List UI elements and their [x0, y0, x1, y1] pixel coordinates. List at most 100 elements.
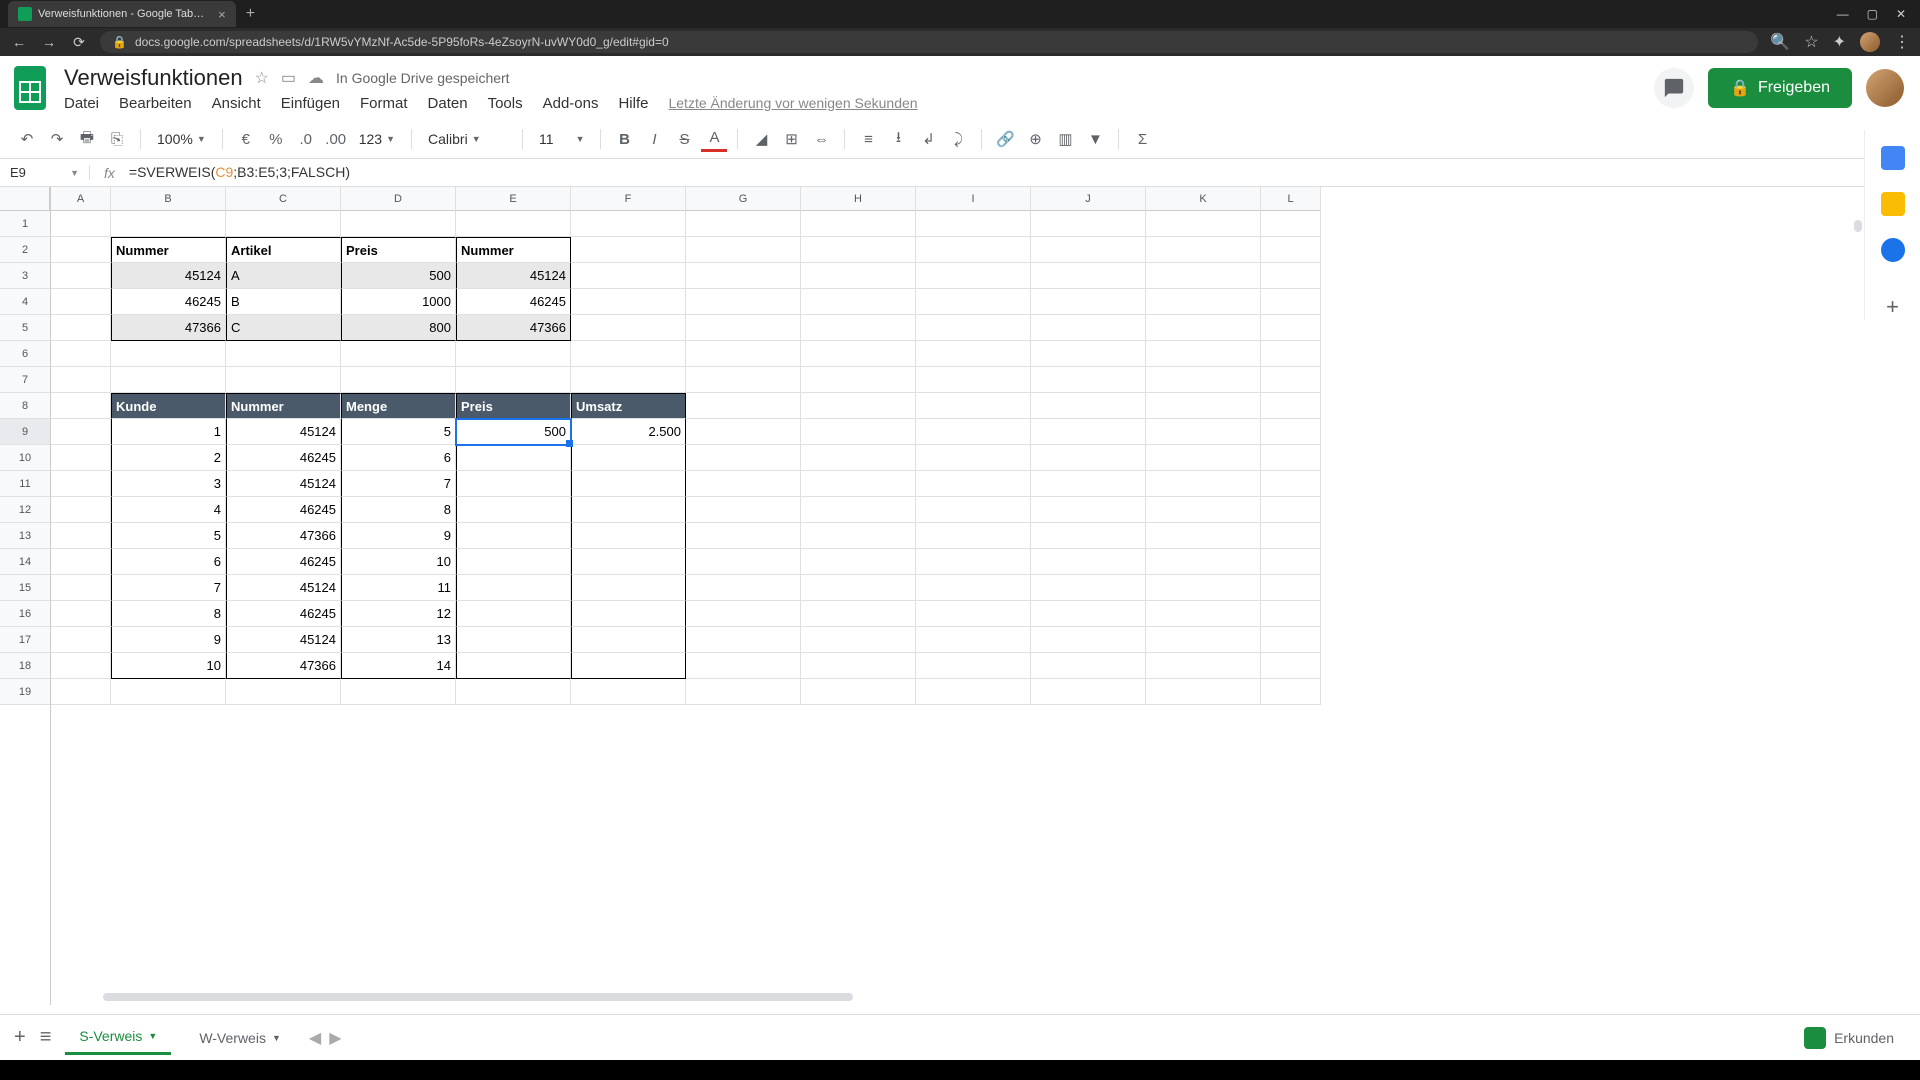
cell[interactable]	[571, 549, 686, 575]
column-header[interactable]: D	[341, 187, 456, 211]
browser-tab[interactable]: Verweisfunktionen - Google Tab… ×	[8, 1, 236, 27]
cell[interactable]	[226, 367, 341, 393]
cell[interactable]	[1031, 367, 1146, 393]
cell[interactable]: Nummer	[111, 237, 226, 263]
cell[interactable]	[226, 341, 341, 367]
cell[interactable]: 45124	[111, 263, 226, 289]
cell[interactable]: 2.500	[571, 419, 686, 445]
row-header[interactable]: 19	[0, 679, 50, 705]
cell[interactable]	[1146, 211, 1261, 237]
cell[interactable]	[801, 393, 916, 419]
cell[interactable]: 5	[341, 419, 456, 445]
cell[interactable]	[456, 523, 571, 549]
row-header[interactable]: 3	[0, 263, 50, 289]
cell[interactable]	[686, 679, 801, 705]
font-size-select[interactable]: 11▼	[533, 131, 590, 147]
cell[interactable]	[801, 471, 916, 497]
cell[interactable]	[686, 575, 801, 601]
cell[interactable]	[1261, 679, 1321, 705]
bold-icon[interactable]: B	[611, 126, 637, 152]
column-header[interactable]: K	[1146, 187, 1261, 211]
cell[interactable]	[51, 419, 111, 445]
cell[interactable]	[801, 549, 916, 575]
text-color-icon[interactable]: A	[701, 126, 727, 152]
row-header[interactable]: 14	[0, 549, 50, 575]
cell[interactable]	[571, 289, 686, 315]
column-header[interactable]: A	[51, 187, 111, 211]
cell[interactable]	[1031, 679, 1146, 705]
cell[interactable]	[1031, 237, 1146, 263]
cell[interactable]	[916, 367, 1031, 393]
cell[interactable]	[1146, 627, 1261, 653]
cell[interactable]	[916, 575, 1031, 601]
column-header[interactable]: H	[801, 187, 916, 211]
v-align-icon[interactable]: ⭳	[885, 126, 911, 152]
strikethrough-icon[interactable]: S	[671, 126, 697, 152]
cell[interactable]	[1031, 393, 1146, 419]
extensions-icon[interactable]: ✦	[1833, 32, 1846, 52]
spreadsheet-grid[interactable]: 12345678910111213141516171819 ABCDEFGHIJ…	[0, 187, 1920, 1005]
cell[interactable]	[916, 497, 1031, 523]
cell[interactable]: 46245	[456, 289, 571, 315]
row-header[interactable]: 17	[0, 627, 50, 653]
cell[interactable]	[571, 679, 686, 705]
cell[interactable]	[51, 601, 111, 627]
cell[interactable]	[571, 237, 686, 263]
url-input[interactable]: 🔒 docs.google.com/spreadsheets/d/1RW5vYM…	[100, 31, 1758, 53]
cell[interactable]	[51, 523, 111, 549]
cell[interactable]: 7	[111, 575, 226, 601]
cell[interactable]	[1146, 601, 1261, 627]
cell[interactable]	[801, 497, 916, 523]
cell[interactable]: Menge	[341, 393, 456, 419]
cell[interactable]	[456, 601, 571, 627]
cell[interactable]	[801, 575, 916, 601]
cell[interactable]: 46245	[226, 497, 341, 523]
cell[interactable]	[1031, 419, 1146, 445]
cell[interactable]	[916, 679, 1031, 705]
cell[interactable]	[686, 393, 801, 419]
menu-daten[interactable]: Daten	[428, 95, 468, 112]
cell[interactable]	[51, 237, 111, 263]
cell[interactable]	[916, 211, 1031, 237]
cell[interactable]	[1261, 237, 1321, 263]
decrease-decimal-icon[interactable]: .0	[293, 126, 319, 152]
cell[interactable]: 45124	[226, 575, 341, 601]
increase-decimal-icon[interactable]: .00	[323, 126, 349, 152]
cell[interactable]: 6	[111, 549, 226, 575]
row-header[interactable]: 7	[0, 367, 50, 393]
sheet-tab-s-verweis[interactable]: S-Verweis▼	[65, 1020, 171, 1055]
cell[interactable]	[1031, 627, 1146, 653]
cell[interactable]	[571, 315, 686, 341]
percent-icon[interactable]: %	[263, 126, 289, 152]
cell[interactable]	[51, 393, 111, 419]
cell[interactable]	[1261, 575, 1321, 601]
cell[interactable]	[801, 653, 916, 679]
cell[interactable]	[456, 575, 571, 601]
cell[interactable]	[1261, 549, 1321, 575]
close-tab-icon[interactable]: ×	[218, 7, 226, 22]
cell[interactable]	[801, 263, 916, 289]
cell[interactable]	[571, 471, 686, 497]
column-header[interactable]: L	[1261, 187, 1321, 211]
vertical-scrollbar[interactable]	[1854, 220, 1862, 232]
cell[interactable]	[1261, 601, 1321, 627]
cell[interactable]	[1146, 393, 1261, 419]
zoom-indicator-icon[interactable]: 🔍	[1770, 32, 1790, 52]
cell[interactable]	[686, 419, 801, 445]
cell[interactable]	[51, 549, 111, 575]
cell[interactable]	[916, 263, 1031, 289]
cell[interactable]	[51, 263, 111, 289]
cell[interactable]	[111, 211, 226, 237]
cell[interactable]	[341, 679, 456, 705]
cell[interactable]	[686, 523, 801, 549]
cell[interactable]	[916, 315, 1031, 341]
cell[interactable]	[686, 445, 801, 471]
cell[interactable]	[801, 419, 916, 445]
row-header[interactable]: 9	[0, 419, 50, 445]
borders-icon[interactable]: ⊞	[778, 126, 804, 152]
cell[interactable]	[916, 653, 1031, 679]
cell[interactable]	[1031, 653, 1146, 679]
cell[interactable]: 2	[111, 445, 226, 471]
cell[interactable]	[1261, 263, 1321, 289]
cell[interactable]	[801, 679, 916, 705]
